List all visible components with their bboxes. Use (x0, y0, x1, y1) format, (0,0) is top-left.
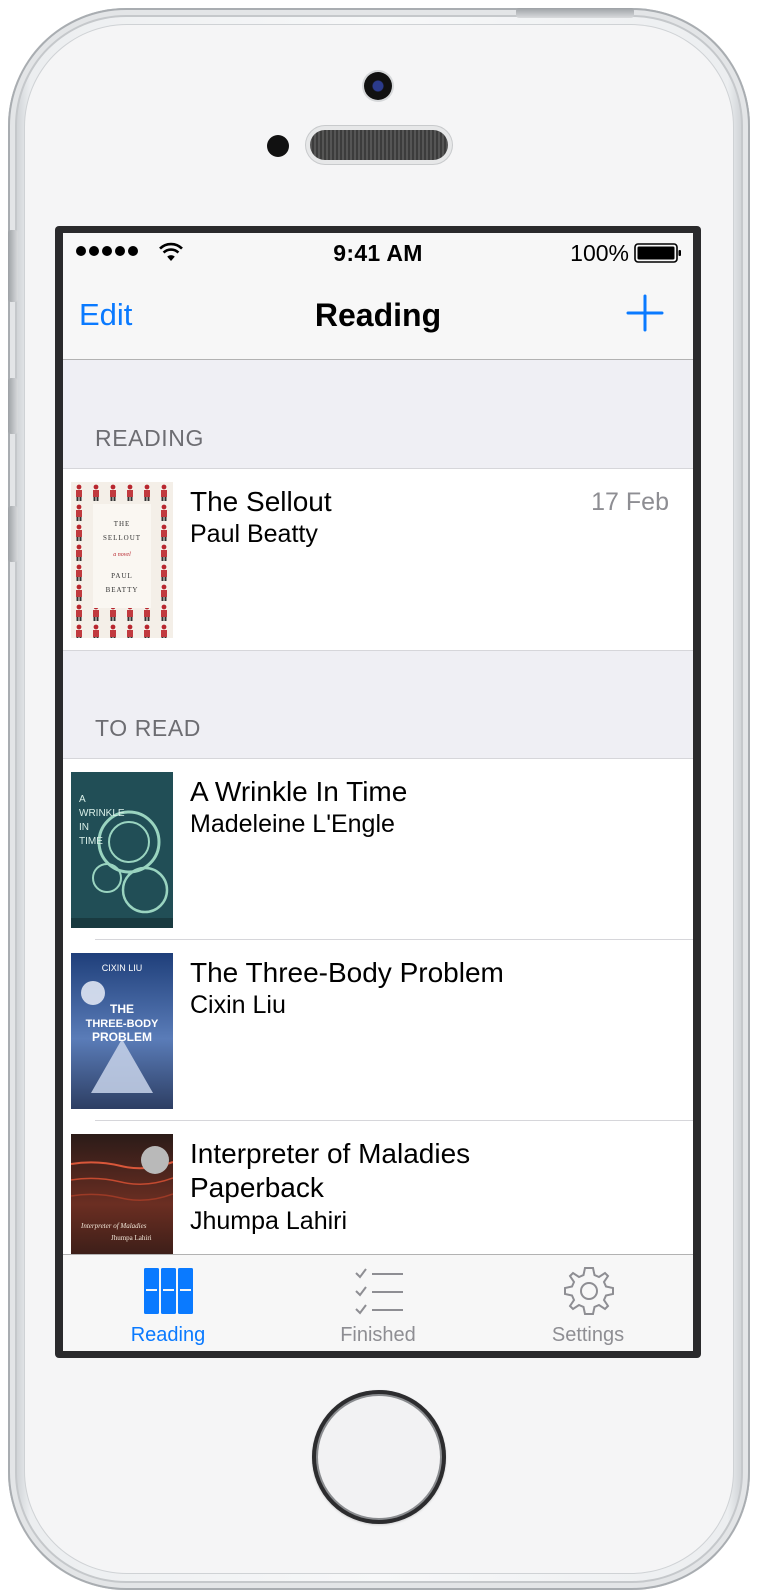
book-title: The Sellout (190, 486, 332, 517)
book-row-a-wrinkle-in-time[interactable]: A WRINKLE IN TIME A Wrinkle In Time Made… (63, 759, 693, 940)
power-button (516, 8, 634, 18)
book-author: Jhumpa Lahiri (190, 1207, 348, 1235)
svg-text:A: A (79, 794, 86, 805)
book-title: The Three-Body Problem (190, 957, 504, 988)
tab-finished[interactable]: Finished (273, 1255, 483, 1351)
home-button[interactable] (312, 1390, 446, 1524)
svg-text:TIME: TIME (79, 836, 103, 847)
checklist-icon (355, 1268, 403, 1315)
book-list: READING THE SELLOUT a novel PAUL BEATTY … (63, 360, 693, 1341)
section-header-label: TO READ (95, 715, 202, 741)
gear-icon (564, 1267, 614, 1315)
volume-down-button (8, 506, 18, 562)
svg-text:THE: THE (114, 520, 131, 528)
svg-text:THREE-BODY: THREE-BODY (86, 1018, 159, 1030)
plus-icon[interactable] (626, 294, 664, 332)
proximity-sensor (267, 135, 289, 157)
volume-up-button (8, 378, 18, 434)
section-header-reading: READING (63, 360, 693, 469)
book-author: Cixin Liu (190, 991, 286, 1019)
books-icon (144, 1268, 193, 1314)
front-camera (364, 72, 392, 100)
svg-text:WRINKLE: WRINKLE (79, 808, 125, 819)
book-cover-the-sellout: THE SELLOUT a novel PAUL BEATTY (71, 482, 173, 638)
svg-text:IN: IN (79, 822, 89, 833)
book-cover-the-three-body-problem: CIXIN LIU THE THREE-BODY PROBLEM (71, 953, 173, 1109)
tab-label: Settings (551, 1324, 625, 1346)
svg-text:PAUL: PAUL (111, 572, 133, 580)
section-header-label: READING (95, 425, 204, 451)
svg-text:PROBLEM: PROBLEM (92, 1030, 152, 1044)
tab-label: Reading (130, 1324, 206, 1346)
tab-reading[interactable]: Reading (63, 1255, 273, 1351)
svg-text:BEATTY: BEATTY (106, 586, 139, 594)
svg-text:a novel: a novel (113, 552, 131, 558)
book-date: 17 Feb (591, 488, 669, 516)
tab-label: Finished (340, 1324, 416, 1346)
svg-text:SELLOUT: SELLOUT (103, 534, 141, 542)
battery-percentage: 100% (570, 240, 629, 266)
svg-text:CIXIN LIU: CIXIN LIU (102, 963, 143, 973)
page-title: Reading (314, 297, 442, 333)
silent-switch (8, 230, 18, 302)
book-cover-a-wrinkle-in-time: A WRINKLE IN TIME (71, 772, 173, 928)
book-author: Madeleine L'Engle (190, 810, 395, 838)
svg-text:Interpreter of Maladies: Interpreter of Maladies (80, 1222, 147, 1230)
earpiece-speaker (310, 130, 448, 160)
book-title: Interpreter of Maladies Paperback (190, 1138, 471, 1203)
book-row-the-three-body-problem[interactable]: CIXIN LIU THE THREE-BODY PROBLEM The Thr… (63, 940, 693, 1121)
svg-text:Jhumpa Lahiri: Jhumpa Lahiri (111, 1234, 152, 1242)
navigation-bar: Edit Reading (63, 273, 693, 360)
book-row-the-sellout[interactable]: THE SELLOUT a novel PAUL BEATTY The Sell… (63, 469, 693, 650)
screen: 9:41 AM 100% Edit Reading READING THE SE… (63, 233, 693, 1351)
status-bar: 9:41 AM 100% (63, 233, 693, 273)
book-author: Paul Beatty (190, 520, 318, 548)
book-title: A Wrinkle In Time (190, 776, 408, 807)
tab-settings[interactable]: Settings (483, 1255, 693, 1351)
svg-text:THE: THE (110, 1002, 134, 1016)
battery-icon (634, 243, 681, 263)
tab-bar: Reading Finished Settings (63, 1254, 693, 1351)
section-header-to-read: TO READ (63, 650, 693, 759)
